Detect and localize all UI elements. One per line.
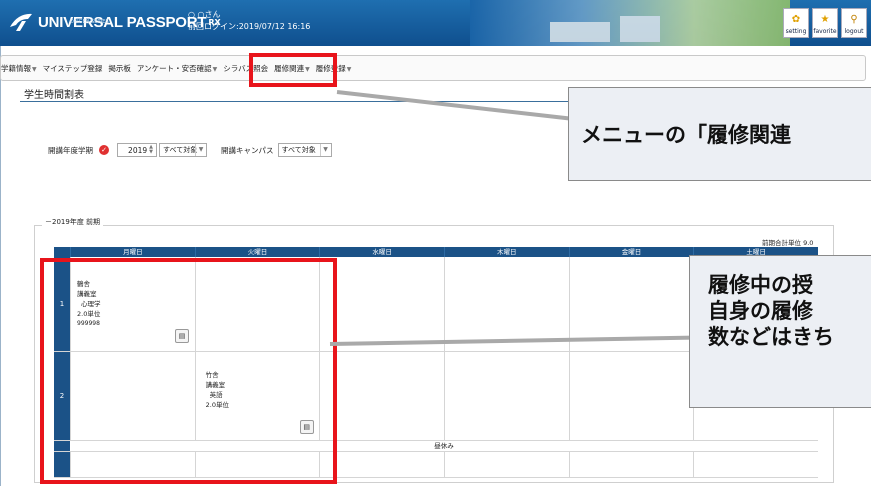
year-term-label: 開講年度学期 <box>48 145 93 155</box>
year-stepper[interactable]: 2019 ▲ ▼ <box>117 143 157 157</box>
menu-item-student-info[interactable]: 学籍情報▼ <box>1 63 37 74</box>
day-header: 金曜日 <box>568 247 694 257</box>
course-callout: 履修中の授 自身の履修 数などはきち <box>689 255 871 408</box>
logo-text: UNIVERSAL PASSPORT <box>38 13 207 31</box>
menu-callout-connector <box>336 90 569 121</box>
setting-label: setting <box>785 28 807 35</box>
stepper-arrows-icon[interactable]: ▲ ▼ <box>149 145 153 155</box>
menu-highlight-box <box>249 53 337 87</box>
day-header: 火曜日 <box>194 247 320 257</box>
header-banner-image <box>470 0 790 46</box>
gear-icon: ✿ <box>791 14 801 25</box>
course-callout-line3: 数などはきち <box>708 325 834 349</box>
term-value: すべて対象 <box>163 146 198 154</box>
menu-callout-text: メニューの「履修関連 <box>581 123 791 147</box>
chevron-down-icon: ▼ <box>319 144 331 156</box>
day-header: 木曜日 <box>443 247 569 257</box>
logout-label: logout <box>844 28 864 35</box>
title-underline <box>20 101 580 102</box>
chevron-down-icon: ▼ <box>195 144 206 156</box>
term-select[interactable]: すべて対象 ▼ <box>159 143 207 157</box>
user-info: ○ ○さん 前回ログイン:2019/07/12 16:16 <box>188 9 310 33</box>
logout-button[interactable]: ⚲ logout <box>841 8 867 38</box>
logo-icon <box>10 13 32 31</box>
timetable-cell <box>319 257 444 351</box>
day-header: 月曜日 <box>70 247 195 257</box>
day-header: 水曜日 <box>319 247 444 257</box>
menu-item-survey[interactable]: アンケート・安否確認▼ <box>137 63 217 74</box>
total-credits: 前期合計単位 9.0 <box>762 239 814 247</box>
menu-callout: メニューの「履修関連 <box>568 87 871 181</box>
header-buttons: ✿ setting ★ favorite ⚲ logout <box>783 8 867 38</box>
app-header: UNIVERSAL PASSPORT RX DAIGEN SERIES ○ ○さ… <box>0 0 871 46</box>
campus-select[interactable]: すべて対象 ▼ <box>277 143 332 157</box>
logo-subtitle: DAIGEN SERIES <box>70 19 109 25</box>
left-divider <box>0 46 1 486</box>
logout-icon: ⚲ <box>850 14 858 25</box>
last-login: 前回ログイン:2019/07/12 16:16 <box>188 22 311 31</box>
courses-highlight-box <box>40 258 337 484</box>
favorite-label: favorite <box>813 28 837 35</box>
filter-bar: 開講年度学期 ✓ 2019 ▲ ▼ すべて対象 ▼ 開講キャンパス すべて対象 ▼ <box>48 143 332 157</box>
setting-button[interactable]: ✿ setting <box>783 8 809 38</box>
course-callout-line2: 自身の履修 <box>708 299 813 323</box>
menu-item-board[interactable]: 掲示板 <box>108 63 131 74</box>
timetable-cell <box>443 352 569 440</box>
course-callout-line1: 履修中の授 <box>708 273 813 297</box>
campus-label: 開講キャンパス <box>221 145 274 155</box>
timetable-legend[interactable]: －2019年度 前期 <box>42 217 104 227</box>
favorite-button[interactable]: ★ favorite <box>812 8 838 38</box>
page-title: 学生時間割表 <box>24 90 84 101</box>
timetable-cell <box>319 352 444 440</box>
timetable-cell <box>443 257 569 351</box>
year-value: 2019 <box>128 145 148 155</box>
required-check-icon: ✓ <box>99 145 109 155</box>
main-menu: 学籍情報▼ マイステップ登録 掲示板 アンケート・安否確認▼ シラバス照会 履修… <box>0 55 866 81</box>
timetable-cell <box>568 352 694 440</box>
user-name: ○ ○さん <box>188 10 221 19</box>
menu-item-mystep[interactable]: マイステップ登録 <box>43 63 103 74</box>
star-icon: ★ <box>820 14 830 25</box>
campus-value: すべて対象 <box>281 146 316 154</box>
